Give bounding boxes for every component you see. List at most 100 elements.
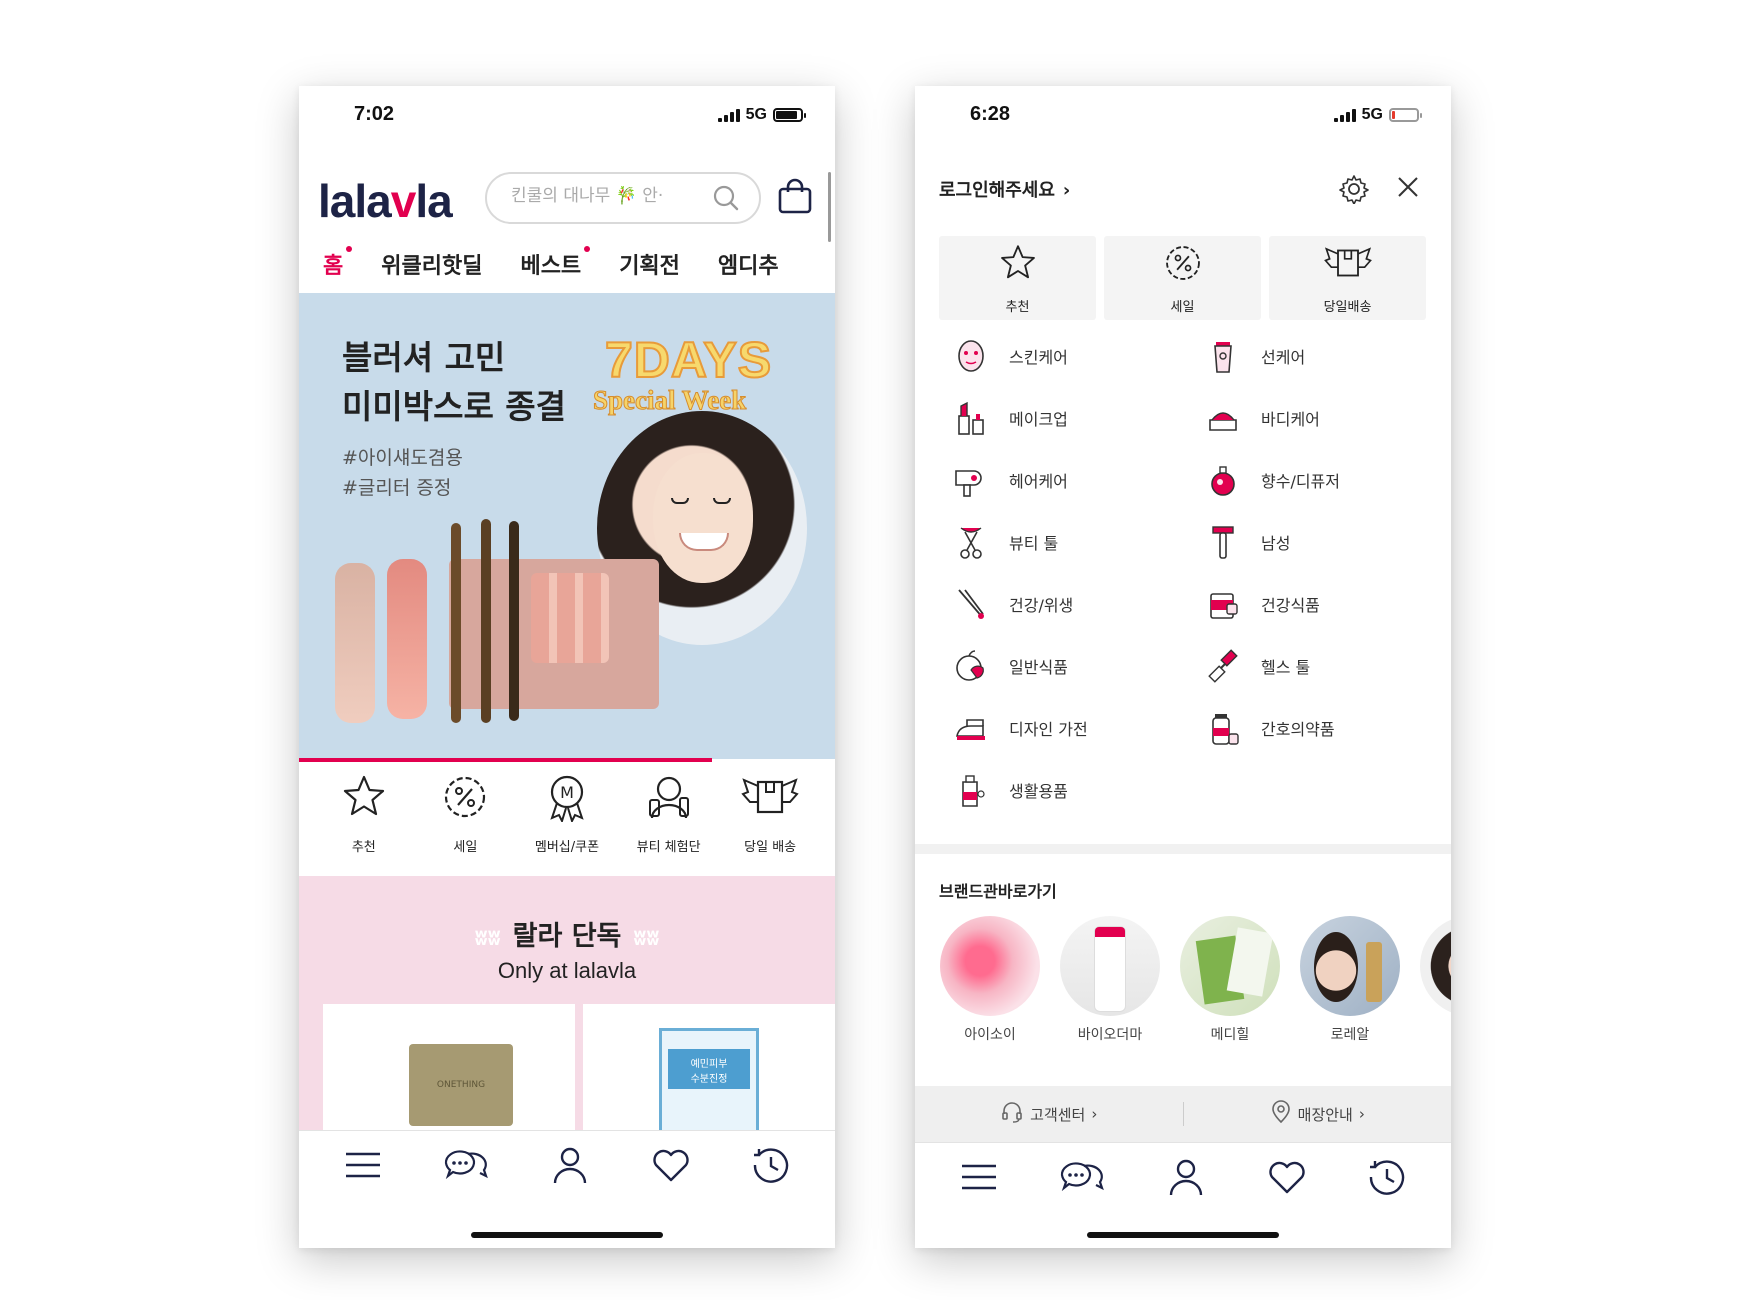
menu-icon[interactable] [343, 1145, 383, 1189]
signal-icon [717, 108, 740, 122]
promo-banner[interactable]: 블러셔 고민 미미박스로 종결 #아이섀도겸용 #글리터 증정 7DAYS Sp… [299, 293, 835, 759]
brand-isoi[interactable]: 아이소이 [939, 916, 1041, 1044]
battery-icon [773, 108, 806, 122]
banner-headline: 블러셔 고민 미미박스로 종결 [342, 338, 567, 426]
category-general-food[interactable]: 일반식품 [951, 646, 1203, 686]
close-icon[interactable] [1395, 174, 1421, 208]
eyelash-curler-icon [951, 522, 991, 562]
category-suncare[interactable]: 선케어 [1203, 336, 1421, 376]
quick-sale[interactable]: 세일 [419, 772, 511, 876]
brand-section-title: 브랜드관바로가기 [939, 882, 1057, 901]
product-card-soap[interactable]: ONETHING [323, 1004, 575, 1144]
user-icon[interactable] [1166, 1157, 1206, 1201]
quick-same-day[interactable]: 당일 배송 [724, 772, 816, 876]
scroll-indicator [828, 172, 831, 242]
percent-badge-icon [1162, 242, 1204, 288]
chevron-right-icon: › [1062, 180, 1071, 201]
chevron-right-icon: › [1358, 1105, 1365, 1123]
store-info-link[interactable]: 매장안내 › [1184, 1100, 1452, 1128]
shopping-bag-icon[interactable] [777, 178, 813, 218]
quick-tiles: 추천 세일 당일배송 [939, 236, 1426, 320]
dumbbell-icon [1203, 646, 1243, 686]
category-nursing-medicine[interactable]: 간호의약품 [1203, 708, 1421, 748]
heart-icon[interactable] [650, 1145, 692, 1189]
tile-sale[interactable]: 세일 [1104, 236, 1261, 320]
brow-pencil-2 [481, 519, 491, 723]
tab-weekly-hot-deal[interactable]: 위클리핫딜 [381, 248, 482, 280]
tab-md-picks[interactable]: 엠디추 [718, 248, 779, 280]
category-health-hygiene[interactable]: 건강/위생 [951, 584, 1203, 624]
razor-icon [1203, 522, 1243, 562]
category-health-tools[interactable]: 헬스 툴 [1203, 646, 1421, 686]
support-bar: 고객센터 › 매장안내 › [915, 1086, 1451, 1142]
home-indicator [1087, 1232, 1279, 1238]
brand-thumbnail [1180, 916, 1280, 1016]
category-haircare[interactable]: 헤어케어 [951, 460, 1203, 500]
category-bodycare[interactable]: 바디케어 [1203, 398, 1421, 438]
category-household[interactable]: 생활용품 [951, 770, 1203, 810]
chat-icon[interactable] [442, 1145, 490, 1189]
star-icon [339, 772, 389, 826]
brand-bioderma[interactable]: 바이오더마 [1059, 916, 1161, 1044]
tab-home[interactable]: 홈 [323, 246, 353, 280]
user-icon[interactable] [550, 1145, 590, 1189]
tile-same-day[interactable]: 당일배송 [1269, 236, 1426, 320]
promo-7days: 7DAYS [604, 331, 773, 389]
status-time: 7:02 [354, 103, 395, 125]
product-card-toner[interactable]: 예민피부 수분진정 [583, 1004, 835, 1144]
lalavla-logo[interactable]: lalavla [318, 174, 453, 228]
brow-pencil-3 [509, 521, 519, 721]
tab-promotions[interactable]: 기획전 [619, 248, 680, 280]
search-bar[interactable] [485, 172, 761, 224]
battery-low-icon [1389, 108, 1422, 122]
winged-box-icon [740, 772, 800, 826]
supplement-icon [1203, 584, 1243, 624]
section-divider [915, 844, 1451, 854]
phone-menu-screen: 6:28 5G 로그인해주세요 › 추천 세일 당일배송 스킨케어 선케어 메이크… [915, 86, 1451, 1248]
brand-loreal[interactable]: 로레알 [1299, 916, 1401, 1044]
category-perfume[interactable]: 향수/디퓨저 [1203, 460, 1421, 500]
search-input[interactable] [511, 186, 701, 206]
tile-recommend[interactable]: 추천 [939, 236, 1096, 320]
beauty-trial-icon [644, 772, 694, 826]
category-makeup[interactable]: 메이크업 [951, 398, 1203, 438]
heart-icon[interactable] [1266, 1157, 1308, 1201]
category-skincare[interactable]: 스킨케어 [951, 336, 1203, 376]
percent-badge-icon [440, 772, 490, 826]
quick-membership[interactable]: M 멤버십/쿠폰 [521, 772, 613, 876]
exclusive-title: ʬʬ 랄라 단독 ʬʬ [474, 921, 660, 952]
quick-beauty-trial[interactable]: 뷰티 체험단 [623, 772, 715, 876]
headset-icon [1000, 1100, 1024, 1128]
brand-mediheal[interactable]: 메디힐 [1179, 916, 1281, 1044]
history-icon[interactable] [1367, 1157, 1407, 1201]
soap-bar: ONETHING [409, 1044, 513, 1126]
customer-center-link[interactable]: 고객센터 › [915, 1100, 1183, 1128]
menu-icon[interactable] [959, 1157, 999, 1201]
search-icon[interactable] [713, 185, 739, 215]
quick-menu: 추천 세일 M 멤버십/쿠폰 뷰티 체험단 당일 배송 [299, 772, 835, 876]
tab-best[interactable]: 베스트 [520, 246, 591, 280]
category-men[interactable]: 남성 [1203, 522, 1421, 562]
hair-dryer-icon [951, 460, 991, 500]
category-health-food[interactable]: 건강식품 [1203, 584, 1421, 624]
category-beauty-tools[interactable]: 뷰티 툴 [951, 522, 1203, 562]
brand-list: 아이소이 바이오더마 메디힐 로레알 어 [939, 916, 1451, 1044]
chevron-right-icon: › [1091, 1105, 1098, 1123]
model-face [653, 453, 753, 583]
brand-partial[interactable]: 어 [1419, 916, 1451, 1044]
category-design-appliances[interactable]: 디자인 가전 [951, 708, 1203, 748]
status-bar: 6:28 5G [915, 86, 1451, 148]
tweezers-icon [951, 584, 991, 624]
bottom-navigation [299, 1130, 835, 1248]
history-icon[interactable] [751, 1145, 791, 1189]
star-icon [997, 242, 1039, 288]
chat-icon[interactable] [1058, 1157, 1106, 1201]
gear-icon[interactable] [1339, 174, 1369, 208]
blusher-stick-nude [335, 563, 375, 723]
login-prompt[interactable]: 로그인해주세요 › [939, 176, 1070, 202]
home-indicator [471, 1232, 663, 1238]
network-type: 5G [1361, 106, 1383, 123]
medal-icon: M [542, 772, 592, 826]
toner-box: 예민피부 수분진정 [659, 1028, 759, 1138]
quick-recommend[interactable]: 추천 [318, 772, 410, 876]
